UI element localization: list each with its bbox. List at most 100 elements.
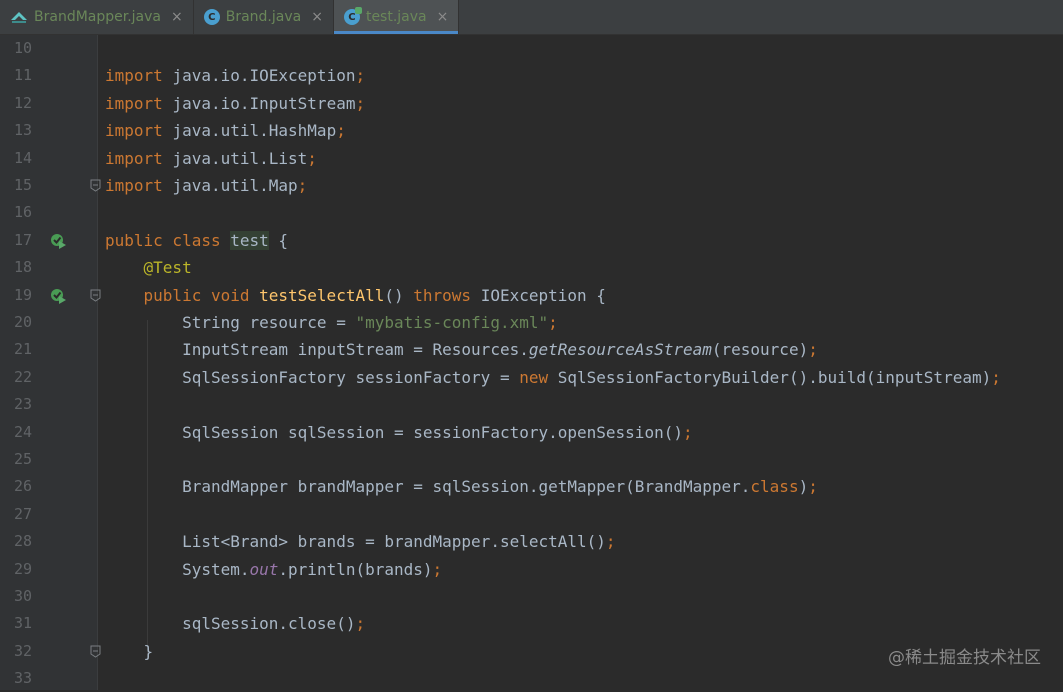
code-text: String resource = "mybatis-config.xml"; xyxy=(105,309,558,336)
code-line[interactable]: 26 BrandMapper brandMapper = sqlSession.… xyxy=(0,473,1063,500)
code-line[interactable]: 13 import java.util.HashMap; xyxy=(0,117,1063,144)
code-line[interactable]: 11 import java.io.IOException; xyxy=(0,62,1063,89)
code-token: new xyxy=(519,367,558,387)
code-line[interactable]: 21 InputStream inputStream = Resources.g… xyxy=(0,336,1063,363)
code-text: public class test { xyxy=(105,227,288,254)
code-line[interactable]: 22 SqlSessionFactory sessionFactory = ne… xyxy=(0,364,1063,391)
code-token: BrandMapper brandMapper = sqlSession.get… xyxy=(105,477,751,497)
line-number: 10 xyxy=(14,39,33,57)
close-tab-icon[interactable]: × xyxy=(311,9,323,25)
code-text: System.out.println(brands); xyxy=(105,556,442,583)
code-editor[interactable]: 10 11 import java.io.IOException; 12 import … xyxy=(0,35,1063,690)
fold-marker-icon[interactable] xyxy=(90,645,101,658)
close-tab-icon[interactable]: × xyxy=(171,9,183,25)
code-token: System. xyxy=(105,559,250,579)
code-line[interactable]: 18 @Test xyxy=(0,254,1063,281)
code-token: throws xyxy=(413,285,481,305)
line-number: 27 xyxy=(14,504,33,523)
code-line[interactable]: 30 xyxy=(0,583,1063,610)
code-line[interactable]: 23 xyxy=(0,391,1063,418)
tab-1[interactable]: C Brand.java × xyxy=(194,0,334,34)
code-text: } xyxy=(105,638,154,665)
code-token: { xyxy=(268,230,289,250)
code-line[interactable]: 16 xyxy=(0,199,1063,226)
code-line[interactable]: 15 import java.util.Map; xyxy=(0,172,1063,199)
line-number: 23 xyxy=(14,395,33,414)
line-number: 20 xyxy=(14,313,33,331)
code-token: getResourceAsStream xyxy=(528,340,712,360)
code-token: .println(brands) xyxy=(278,559,433,579)
run-test-icon[interactable] xyxy=(50,233,66,249)
code-token: SqlSession sqlSession = sessionFactory.o… xyxy=(105,422,683,442)
code-text: import java.io.IOException; xyxy=(105,62,365,89)
code-token: @Test xyxy=(143,258,192,278)
code-line[interactable]: 17 public class test { xyxy=(0,227,1063,254)
tab-label: Brand.java xyxy=(225,9,302,25)
code-token: testSelectAll xyxy=(259,285,385,305)
code-token: ; xyxy=(355,66,366,86)
fold-marker-icon[interactable] xyxy=(90,179,101,192)
code-text: @Test xyxy=(105,254,192,281)
code-line[interactable]: 20 String resource = "mybatis-config.xml… xyxy=(0,309,1063,336)
code-line[interactable]: 29 System.out.println(brands); xyxy=(0,556,1063,583)
code-token: import xyxy=(105,66,173,86)
code-token: IOException { xyxy=(480,285,606,305)
tab-0[interactable]: BrandMapper.java × xyxy=(0,0,194,34)
code-token: SqlSessionFactoryBuilder().build(inputSt… xyxy=(557,367,992,387)
code-token: () xyxy=(384,285,414,305)
code-token: public class xyxy=(105,230,231,250)
line-number: 15 xyxy=(14,176,33,194)
code-token: java.util.Map xyxy=(172,176,298,195)
code-text: import java.util.List; xyxy=(105,145,317,172)
java-class-icon: C xyxy=(203,9,220,25)
code-token: import xyxy=(105,93,173,113)
run-test-icon[interactable] xyxy=(50,288,66,304)
line-number: 28 xyxy=(14,532,33,551)
line-number: 13 xyxy=(14,121,33,140)
code-token: ; xyxy=(336,121,346,141)
code-token: List<Brand> brands = brandMapper.selectA… xyxy=(105,532,606,552)
code-text: import java.io.InputStream; xyxy=(105,90,365,117)
code-line[interactable]: 27 xyxy=(0,501,1063,528)
code-text: public void testSelectAll() throws IOExc… xyxy=(105,282,606,309)
line-number: 22 xyxy=(14,367,33,386)
code-token: out xyxy=(249,559,279,579)
code-token: ; xyxy=(682,422,693,442)
code-token: ; xyxy=(355,614,366,634)
code-token: } xyxy=(105,641,154,661)
java-test-class-icon: C xyxy=(343,7,362,25)
code-token: "mybatis-config.xml" xyxy=(355,313,549,332)
code-line[interactable]: 12 import java.io.InputStream; xyxy=(0,90,1063,117)
line-number: 21 xyxy=(14,340,33,359)
code-token: public void xyxy=(143,285,260,305)
code-token: import xyxy=(105,148,173,168)
tab-label: test.java xyxy=(365,9,427,25)
code-line[interactable]: 33 xyxy=(0,665,1063,692)
code-text: sqlSession.close(); xyxy=(105,610,365,637)
code-token: ; xyxy=(297,176,308,195)
code-token: ; xyxy=(605,532,616,552)
fold-marker-icon[interactable] xyxy=(90,289,101,302)
code-token: ; xyxy=(548,313,558,332)
code-token: InputStream inputStream = Resources. xyxy=(105,340,529,360)
code-line[interactable]: 19 public void testSelectAll() throws IO… xyxy=(0,282,1063,309)
code-line[interactable]: 14 import java.util.List; xyxy=(0,145,1063,172)
code-token: (resource) xyxy=(711,340,809,360)
code-token: ; xyxy=(307,148,317,168)
line-number: 32 xyxy=(14,641,33,660)
close-tab-icon[interactable]: × xyxy=(437,9,449,25)
code-token: class xyxy=(750,477,799,497)
tab-2[interactable]: Ctest.java × xyxy=(333,0,460,34)
watermark-text: @稀土掘金技术社区 xyxy=(888,648,1041,668)
code-line[interactable]: 10 xyxy=(0,35,1063,62)
code-line[interactable]: 24 SqlSession sqlSession = sessionFactor… xyxy=(0,419,1063,446)
code-line[interactable]: 31 sqlSession.close(); xyxy=(0,610,1063,637)
code-line[interactable]: 25 xyxy=(0,446,1063,473)
code-token: sqlSession.close() xyxy=(105,614,356,634)
line-number: 17 xyxy=(14,230,33,249)
line-number: 18 xyxy=(14,258,33,277)
code-line[interactable]: 28 List<Brand> brands = brandMapper.sele… xyxy=(0,528,1063,555)
line-number: 14 xyxy=(14,148,33,167)
line-number: 25 xyxy=(14,450,33,468)
